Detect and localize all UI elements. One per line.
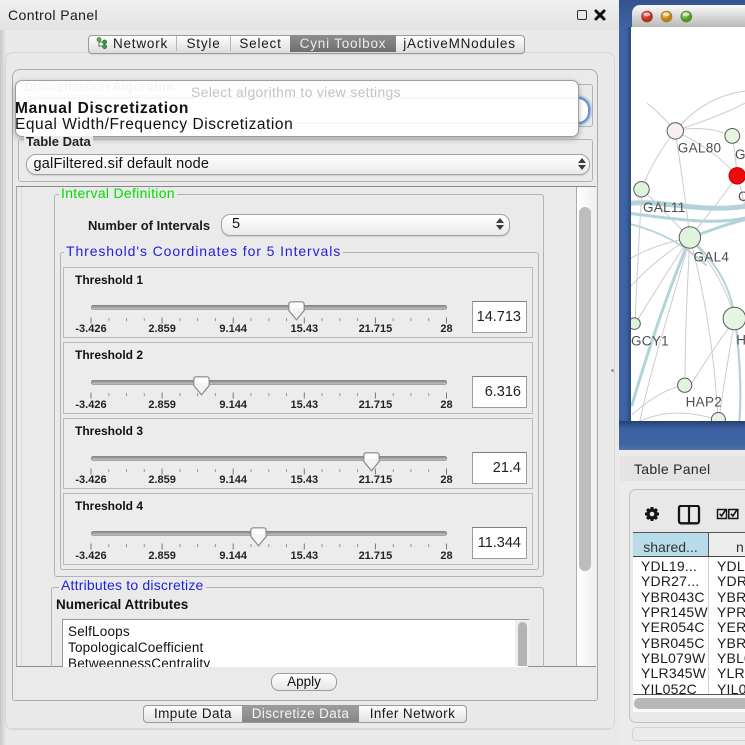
svg-text:GAL4: GAL4 <box>694 250 730 265</box>
svg-text:GAL11: GAL11 <box>643 200 686 215</box>
svg-text:C: C <box>738 189 745 204</box>
svg-text:GCY1: GCY1 <box>631 334 669 349</box>
svg-text:H: H <box>736 333 745 348</box>
svg-text:HAP2: HAP2 <box>686 395 722 410</box>
svg-text:GAL80: GAL80 <box>678 141 722 156</box>
svg-text:GA: GA <box>735 147 745 162</box>
